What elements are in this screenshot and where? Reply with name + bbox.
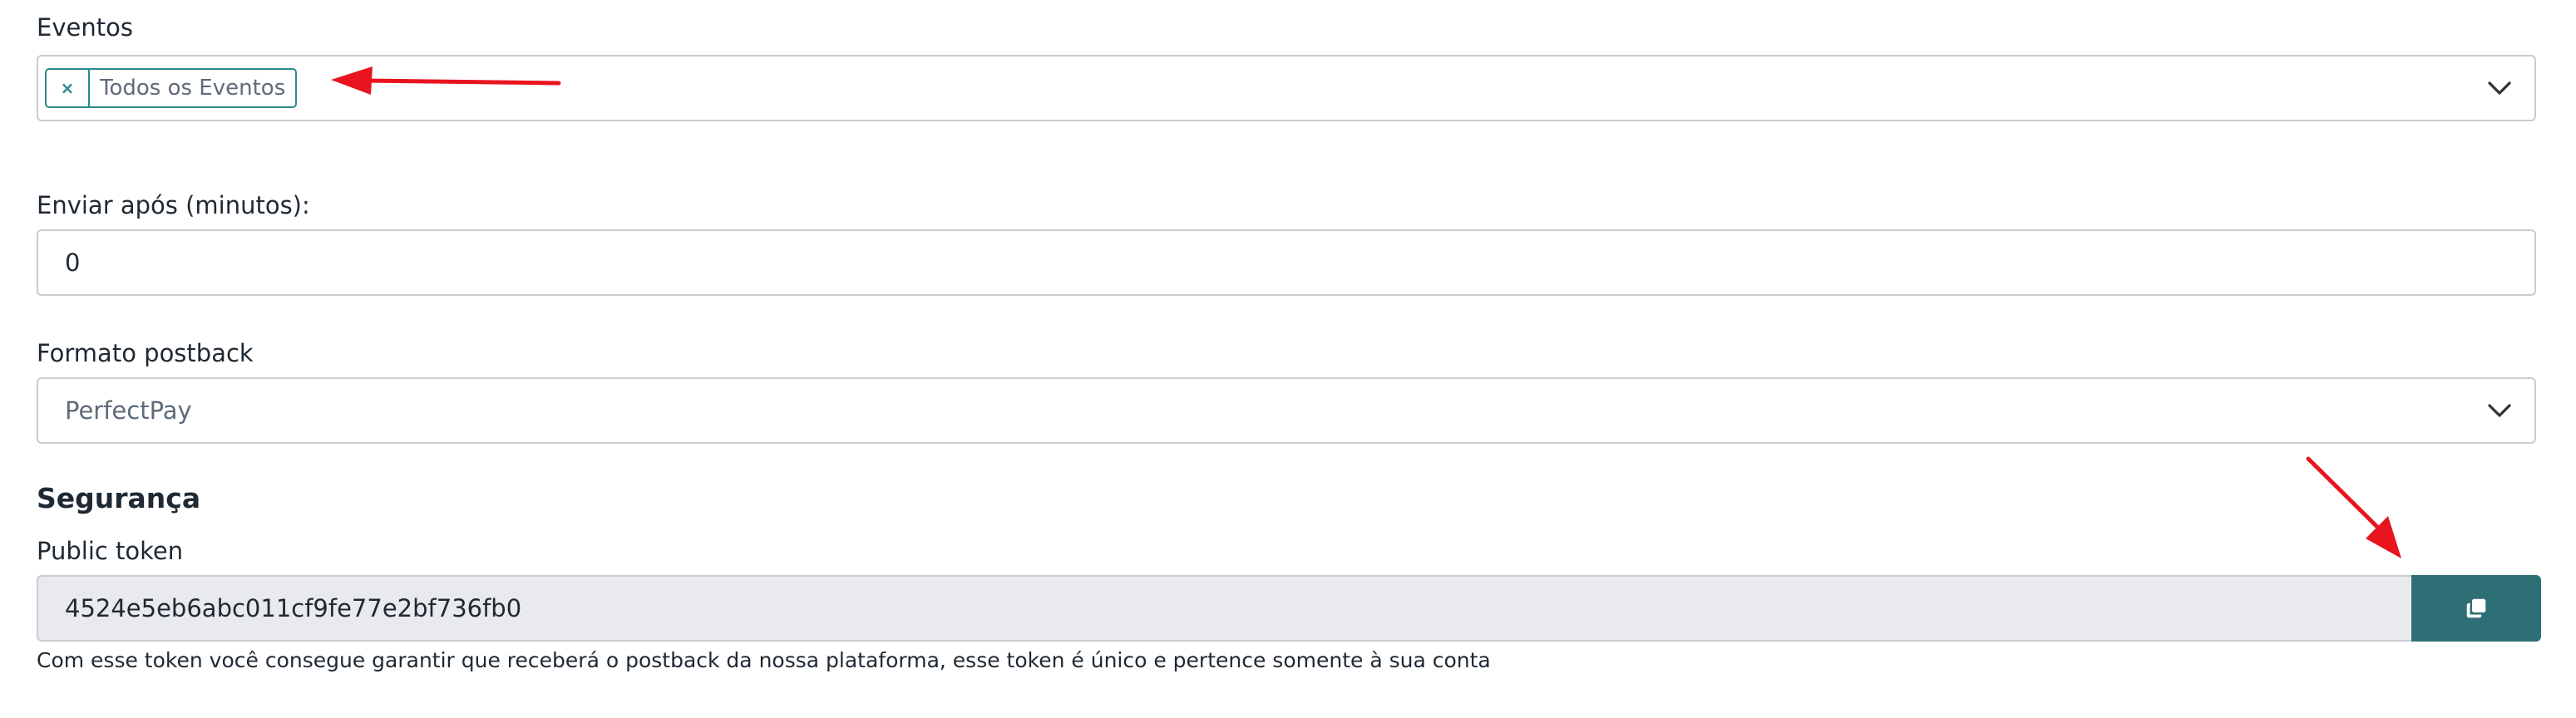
public-token-label: Public token — [37, 537, 184, 565]
public-token-field[interactable]: 4524e5eb6abc011cf9fe77e2bf736fb0 — [37, 575, 2411, 642]
copy-token-button[interactable] — [2411, 575, 2541, 642]
selected-event-tag: × Todos os Eventos — [45, 68, 298, 108]
formato-selected-value: PerfectPay — [65, 396, 192, 425]
copy-icon — [2466, 598, 2486, 618]
enviar-apos-label: Enviar após (minutos): — [37, 191, 310, 219]
enviar-apos-input[interactable]: 0 — [37, 229, 2536, 296]
chevron-down-icon[interactable] — [2485, 73, 2514, 103]
tag-label: Todos os Eventos — [100, 76, 286, 101]
public-token-value: 4524e5eb6abc011cf9fe77e2bf736fb0 — [65, 594, 522, 622]
formato-select[interactable]: PerfectPay — [37, 377, 2536, 444]
remove-tag-button[interactable]: × — [47, 70, 90, 106]
enviar-apos-value: 0 — [65, 248, 81, 277]
seguranca-heading: Segurança — [37, 482, 201, 514]
token-help-text: Com esse token você consegue garantir qu… — [37, 648, 1491, 672]
eventos-multiselect[interactable]: × Todos os Eventos — [37, 55, 2536, 121]
formato-label: Formato postback — [37, 339, 254, 367]
eventos-label: Eventos — [37, 13, 133, 42]
annotation-arrow-down-right — [2306, 456, 2401, 558]
chevron-down-icon[interactable] — [2485, 396, 2514, 425]
